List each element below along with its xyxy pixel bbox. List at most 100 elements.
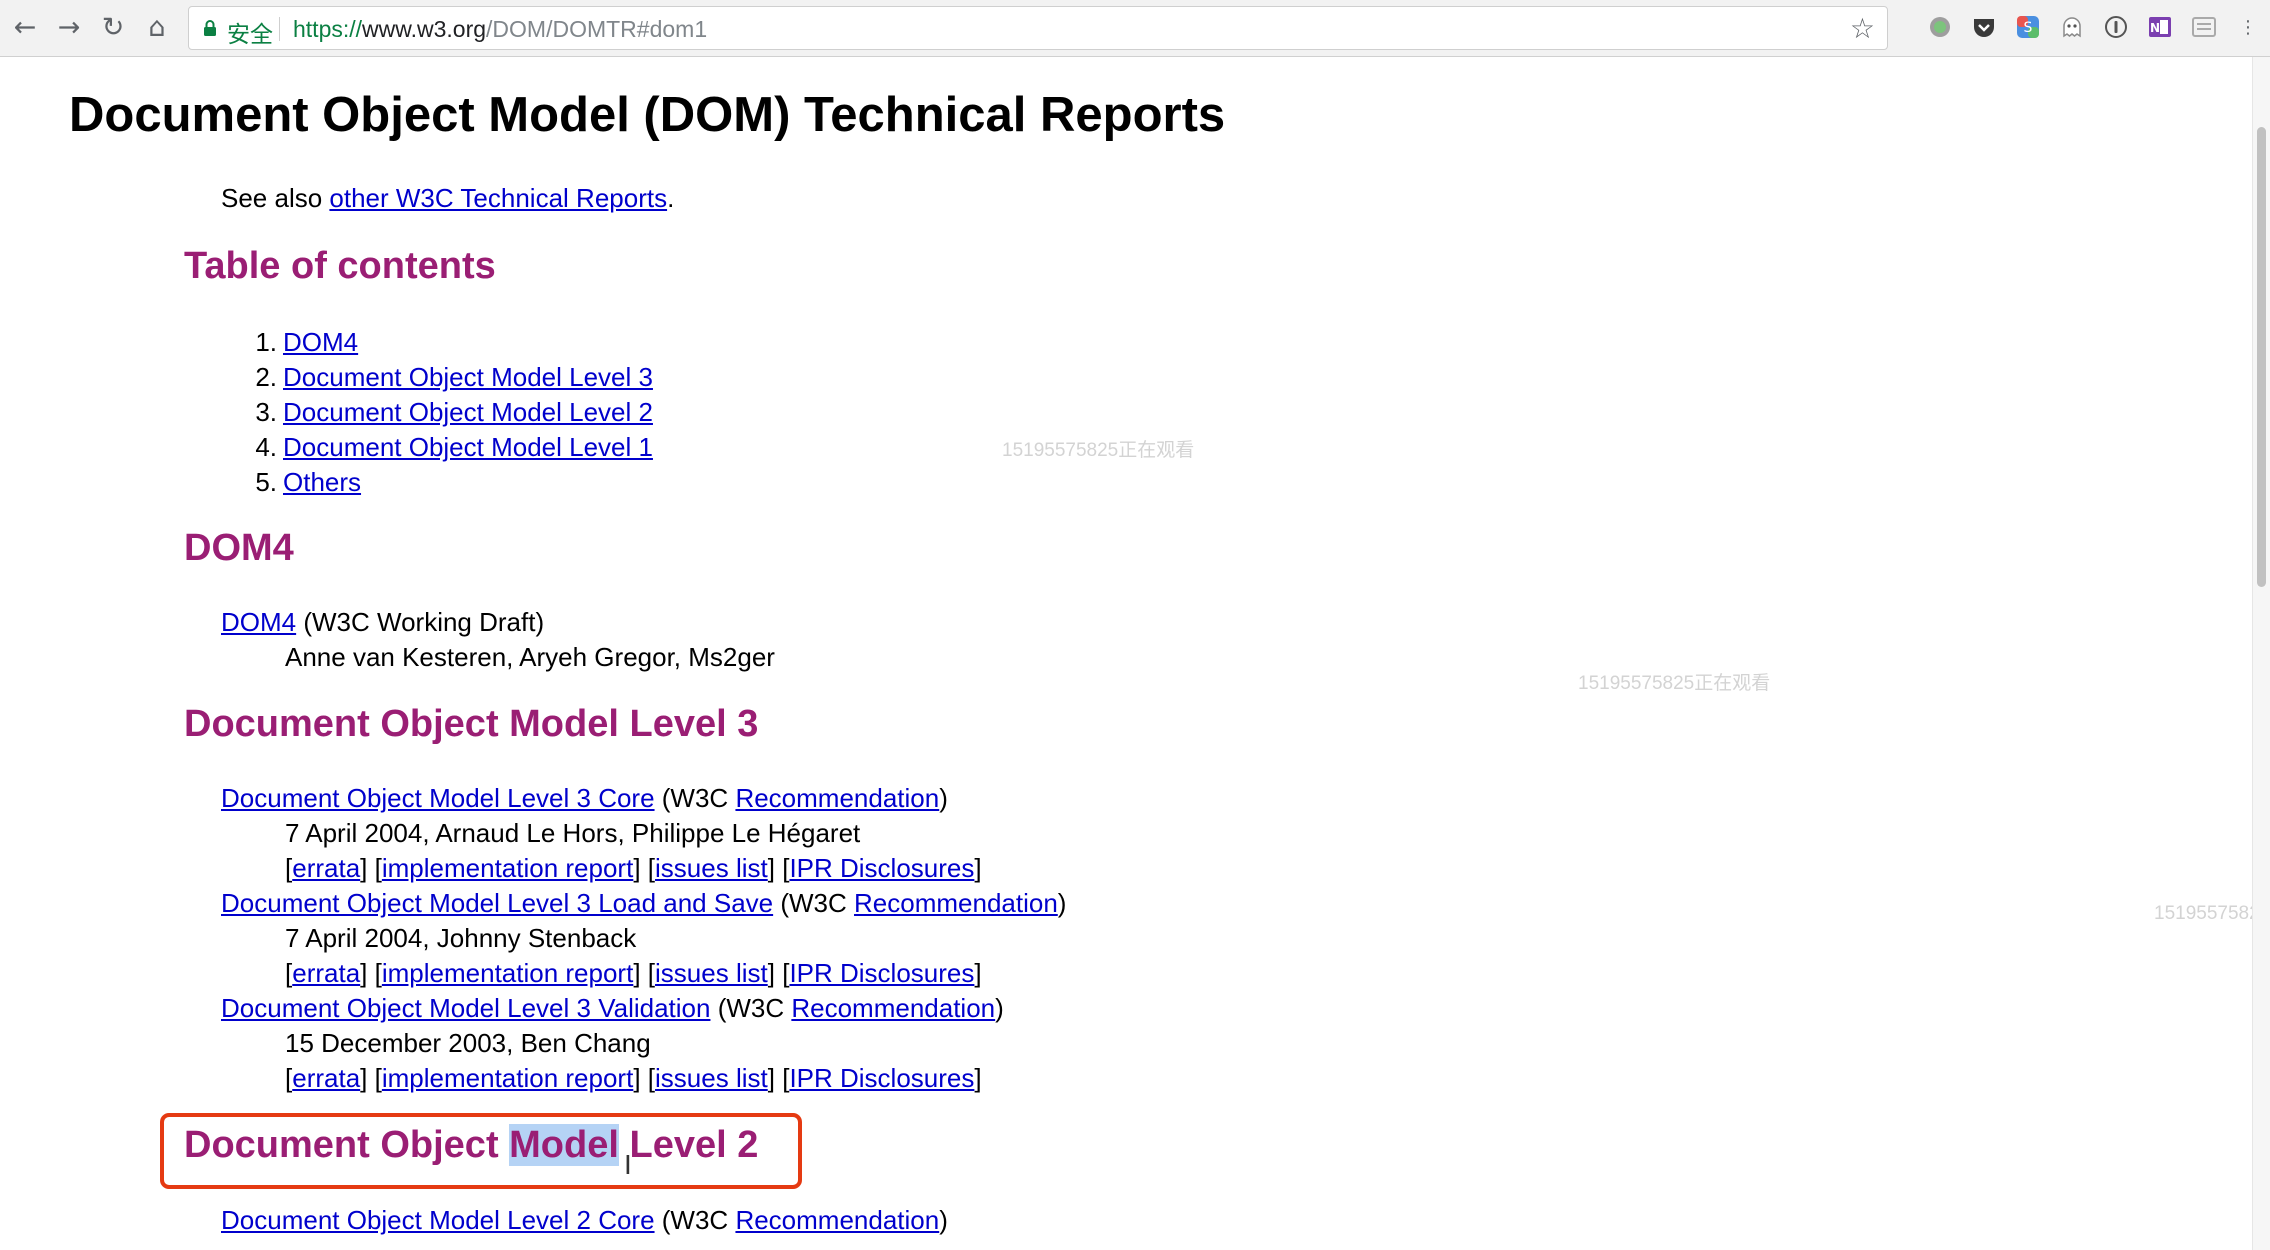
bracket: [ — [374, 958, 382, 988]
see-also-suffix: . — [667, 183, 675, 213]
status-suffix: ) — [1057, 888, 1067, 918]
errata-link[interactable]: errata — [292, 958, 360, 988]
level3-validation-link[interactable]: Document Object Model Level 3 Validation — [221, 993, 710, 1023]
toc-link-level3[interactable]: Document Object Model Level 3 — [283, 362, 653, 392]
recommendation-link[interactable]: Recommendation — [854, 888, 1058, 918]
viewer-watermark: 15195575825正在观看 — [1002, 440, 1195, 461]
toc-heading: Table of contents — [184, 245, 496, 287]
toc-item-level1: 4. Document Object Model Level 1 — [247, 432, 653, 463]
toc-item-level3: 2. Document Object Model Level 3 — [247, 362, 653, 393]
level3-heading: Document Object Model Level 3 — [184, 703, 759, 745]
recommendation-link[interactable]: Recommendation — [791, 993, 995, 1023]
onenote-clipper-icon[interactable]: N — [2146, 13, 2174, 41]
text-cursor-icon: I — [624, 1149, 632, 1180]
page-title: Document Object Model (DOM) Technical Re… — [69, 88, 1226, 142]
status-prefix: (W3C — [654, 783, 736, 813]
toc-item-dom4: 1. DOM4 — [247, 327, 358, 358]
ghost-icon[interactable] — [2058, 13, 2086, 41]
level3-validation-links: [errata] [implementation report] [issues… — [285, 1063, 982, 1094]
level2-core-link[interactable]: Document Object Model Level 2 Core — [221, 1205, 655, 1235]
bracket: ] — [633, 853, 641, 883]
vertical-scrollbar[interactable] — [2252, 57, 2270, 1250]
bracket: [ — [647, 1063, 656, 1093]
bookmark-star-icon[interactable]: ☆ — [1850, 12, 1875, 45]
bracket: ] — [633, 958, 641, 988]
toc-link-level1[interactable]: Document Object Model Level 1 — [283, 432, 653, 462]
home-icon[interactable]: ⌂ — [140, 10, 174, 44]
status-prefix: (W3C — [654, 1205, 736, 1235]
annotation-highlight-box — [160, 1113, 802, 1189]
toc-link-dom4[interactable]: DOM4 — [283, 327, 358, 357]
url-scheme: https:// — [293, 16, 363, 42]
bracket: ] — [767, 853, 775, 883]
implementation-report-link[interactable]: implementation report — [382, 1063, 633, 1093]
omnibox-divider — [279, 17, 280, 41]
toc-link-others[interactable]: Others — [283, 467, 361, 497]
recommendation-link[interactable]: Recommendation — [735, 783, 939, 813]
dom4-entry: DOM4 (W3C Working Draft) — [221, 607, 544, 638]
issues-list-link[interactable]: issues list — [655, 958, 768, 988]
bracket: [ — [374, 853, 382, 883]
issues-list-link[interactable]: issues list — [655, 1063, 768, 1093]
page-content: Document Object Model (DOM) Technical Re… — [0, 57, 2270, 1250]
forward-icon[interactable]: → — [52, 10, 86, 44]
bracket: [ — [374, 1063, 382, 1093]
errata-link[interactable]: errata — [292, 1063, 360, 1093]
status-prefix: (W3C — [773, 888, 855, 918]
level3-validation-meta: 15 December 2003, Ben Chang — [285, 1028, 651, 1058]
toc-item-others: 5. Others — [247, 467, 361, 498]
level3-core-entry: Document Object Model Level 3 Core (W3C … — [221, 783, 948, 814]
implementation-report-link[interactable]: implementation report — [382, 958, 633, 988]
dom4-link[interactable]: DOM4 — [221, 607, 296, 637]
bracket: ] — [974, 1063, 982, 1093]
toc-link-level2[interactable]: Document Object Model Level 2 — [283, 397, 653, 427]
ipr-disclosures-link[interactable]: IPR Disclosures — [789, 958, 974, 988]
toc-number: 5. — [255, 467, 277, 497]
password-manager-icon[interactable] — [2102, 13, 2130, 41]
dom4-heading: DOM4 — [184, 527, 294, 569]
ipr-disclosures-link[interactable]: IPR Disclosures — [789, 1063, 974, 1093]
bracket: [ — [647, 853, 656, 883]
pocket-icon[interactable] — [1970, 13, 1998, 41]
bracket: ] — [633, 1063, 641, 1093]
level3-core-link[interactable]: Document Object Model Level 3 Core — [221, 783, 655, 813]
toc-number: 2. — [255, 362, 277, 392]
url-text[interactable]: https://www.w3.org/DOM/DOMTR#dom1 — [293, 16, 707, 43]
errata-link[interactable]: errata — [292, 853, 360, 883]
bracket: ] — [974, 853, 982, 883]
svg-text:S: S — [2024, 20, 2033, 36]
status-suffix: ) — [995, 993, 1004, 1023]
other-reports-link[interactable]: other W3C Technical Reports — [329, 183, 667, 213]
back-icon[interactable]: ← — [8, 10, 42, 44]
level3-core-links: [errata] [implementation report] [issues… — [285, 853, 982, 884]
browser-menu-icon[interactable]: ⋮ — [2234, 13, 2262, 41]
toc-number: 1. — [255, 327, 277, 357]
bracket: ] — [767, 958, 775, 988]
level3-load-save-link[interactable]: Document Object Model Level 3 Load and S… — [221, 888, 773, 918]
browser-toolbar: ← → ↻ ⌂ 安全 https://www.w3.org/DOM/DOMTR#… — [0, 0, 2270, 57]
bracket: ] — [767, 1063, 775, 1093]
see-also-line: See also other W3C Technical Reports. — [221, 183, 674, 214]
reader-extension-icon[interactable] — [2190, 13, 2218, 41]
status-suffix: ) — [939, 1205, 948, 1235]
status-prefix: (W3C — [710, 993, 792, 1023]
ipr-disclosures-link[interactable]: IPR Disclosures — [789, 853, 974, 883]
scrollbar-thumb[interactable] — [2257, 127, 2266, 587]
lock-icon — [204, 20, 216, 36]
svg-text:N: N — [2150, 21, 2160, 35]
bracket: [ — [647, 958, 656, 988]
dom4-authors: Anne van Kesteren, Aryeh Gregor, Ms2ger — [285, 642, 775, 672]
toc-number: 3. — [255, 397, 277, 427]
implementation-report-link[interactable]: implementation report — [382, 853, 633, 883]
issues-list-link[interactable]: issues list — [655, 853, 768, 883]
extension-green-dot-icon[interactable] — [1926, 13, 1954, 41]
address-bar[interactable]: 安全 https://www.w3.org/DOM/DOMTR#dom1 ☆ — [188, 6, 1888, 50]
recommendation-link[interactable]: Recommendation — [735, 1205, 939, 1235]
s-extension-icon[interactable]: S — [2014, 13, 2042, 41]
reload-icon[interactable]: ↻ — [96, 10, 130, 44]
dom4-status: (W3C Working Draft) — [296, 607, 545, 637]
